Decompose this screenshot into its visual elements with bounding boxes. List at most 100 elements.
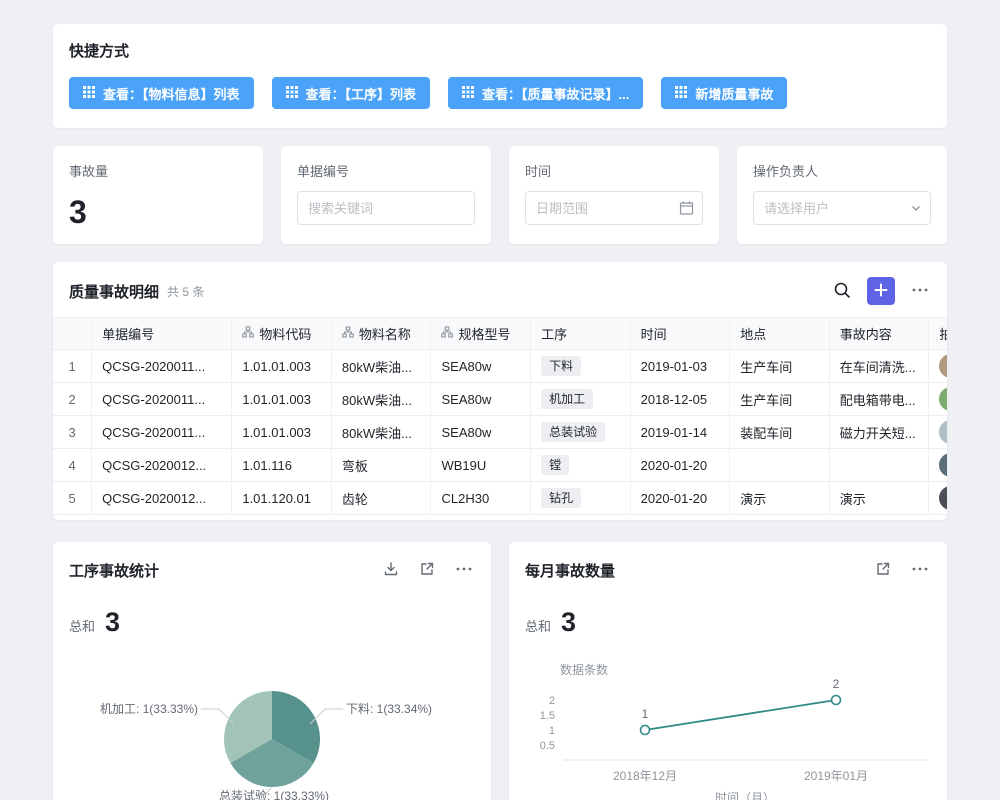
cell-photo — [929, 350, 947, 383]
cell-process: 钻孔 — [531, 482, 631, 515]
process-accident-chart-card: 工序事故统计 总和 3 机加工: 1(3 — [53, 542, 491, 800]
table-row[interactable]: 4 QCSG-2020012... 1.01.116 弯板 WB19U 镗 20… — [53, 449, 947, 482]
pie-annotation-xialiao: 下料: 1(33.34%) — [346, 702, 432, 716]
cell-photo — [929, 383, 947, 416]
chart-more-button[interactable] — [453, 558, 475, 583]
shortcut-label: 查看：【工序】列表 — [306, 84, 417, 103]
cell-process: 机加工 — [531, 383, 631, 416]
add-record-button[interactable] — [867, 277, 895, 305]
process-tag: 总装试验 — [541, 422, 605, 442]
cell-place: 生产车间 — [730, 383, 830, 416]
cell-content: 演示 — [829, 482, 929, 515]
accident-table: 单据编号 物料代码 物料名称 规格型号 工序 时间 地点 事故内容 拍照 1 Q — [53, 317, 947, 515]
pie-annotation-jijiagong: 机加工: 1(33.33%) — [100, 702, 198, 716]
date-range-input[interactable] — [525, 191, 703, 225]
cell-doc-number: QCSG-2020011... — [92, 416, 232, 449]
open-in-new-icon — [419, 561, 435, 580]
cell-material-name: 80kW柴油... — [331, 416, 431, 449]
cell-material-code: 1.01.01.003 — [232, 416, 332, 449]
table-row[interactable]: 1 QCSG-2020011... 1.01.01.003 80kW柴油... … — [53, 350, 947, 383]
cell-content: 磁力开关短... — [829, 416, 929, 449]
doc-number-search-input[interactable] — [297, 191, 475, 225]
process-tag: 钻孔 — [541, 488, 581, 508]
download-chart-button[interactable] — [381, 559, 401, 582]
table-row[interactable]: 2 QCSG-2020011... 1.01.01.003 80kW柴油... … — [53, 383, 947, 416]
header-material-code[interactable]: 物料代码 — [232, 318, 332, 350]
table-title: 质量事故明细 — [69, 281, 159, 302]
cell-spec-model: WB19U — [431, 449, 531, 482]
cell-material-name: 弯板 — [331, 449, 431, 482]
cell-spec-model: SEA80w — [431, 383, 531, 416]
calendar-icon — [679, 201, 694, 216]
open-chart-button[interactable] — [417, 559, 437, 582]
photo-thumbnail[interactable] — [939, 354, 947, 378]
cell-spec-model: SEA80w — [431, 350, 531, 383]
cell-spec-model: SEA80w — [431, 416, 531, 449]
process-tag: 下料 — [541, 356, 581, 376]
pie-chart: 机加工: 1(33.33%) 下料: 1(33.34%) 总装试验: 1(33.… — [69, 646, 475, 800]
shortcut-view-material-list-button[interactable]: 查看：【物料信息】列表 — [69, 77, 254, 109]
table-record-count: 共 5 条 — [167, 283, 204, 300]
cell-time: 2020-01-20 — [630, 449, 730, 482]
dashboard-page: 快捷方式 查看：【物料信息】列表 查看：【工序】列表 查看：【质量事故记录】..… — [0, 0, 1000, 800]
search-button[interactable] — [831, 279, 853, 304]
shortcut-view-accident-records-button[interactable]: 查看：【质量事故记录】... — [448, 77, 643, 109]
shortcut-add-accident-button[interactable]: 新增质量事故 — [661, 77, 787, 109]
pie-annotation-zongzhuangshiyan: 总装试验: 1(33.33%) — [219, 788, 329, 800]
table-scroll-area[interactable]: 单据编号 物料代码 物料名称 规格型号 工序 时间 地点 事故内容 拍照 1 Q — [53, 317, 947, 515]
chevron-down-icon — [910, 202, 922, 214]
download-icon — [383, 561, 399, 580]
shortcuts-card: 快捷方式 查看：【物料信息】列表 查看：【工序】列表 查看：【质量事故记录】..… — [53, 24, 947, 128]
photo-thumbnail[interactable] — [939, 486, 947, 510]
cell-material-code: 1.01.116 — [232, 449, 332, 482]
x-tick: 2018年12月 — [613, 769, 677, 783]
photo-thumbnail[interactable] — [939, 387, 947, 411]
shortcut-label: 查看：【物料信息】列表 — [103, 84, 240, 103]
cell-material-code: 1.01.01.003 — [232, 350, 332, 383]
relation-icon — [342, 326, 354, 341]
data-point[interactable] — [641, 726, 650, 735]
shortcut-view-process-list-button[interactable]: 查看：【工序】列表 — [272, 77, 431, 109]
open-chart-button[interactable] — [873, 559, 893, 582]
point-value-label: 2 — [833, 677, 840, 691]
cell-content: 在车间清洗... — [829, 350, 929, 383]
header-row-number — [53, 318, 92, 350]
row-index: 4 — [53, 449, 92, 482]
cell-content — [829, 449, 929, 482]
header-photo[interactable]: 拍照 — [929, 318, 947, 350]
photo-thumbnail[interactable] — [939, 420, 947, 444]
chart-more-button[interactable] — [909, 558, 931, 583]
accident-count-card: 事故量 3 — [53, 146, 263, 244]
table-row[interactable]: 3 QCSG-2020011... 1.01.01.003 80kW柴油... … — [53, 416, 947, 449]
header-time[interactable]: 时间 — [630, 318, 730, 350]
cell-doc-number: QCSG-2020011... — [92, 383, 232, 416]
header-process[interactable]: 工序 — [531, 318, 631, 350]
cell-doc-number: QCSG-2020012... — [92, 482, 232, 515]
row-index: 2 — [53, 383, 92, 416]
operator-select[interactable] — [753, 191, 931, 225]
cell-time: 2020-01-20 — [630, 482, 730, 515]
data-point[interactable] — [832, 696, 841, 705]
more-actions-button[interactable] — [909, 279, 931, 304]
x-tick: 2019年01月 — [804, 769, 868, 783]
photo-thumbnail[interactable] — [939, 453, 947, 477]
header-spec-model[interactable]: 规格型号 — [431, 318, 531, 350]
y-tick: 0.5 — [540, 740, 555, 752]
header-place[interactable]: 地点 — [730, 318, 830, 350]
line-chart: 数据条数 2 1.5 1 0.5 1 2 2018年12月 2019年01月 时… — [525, 646, 931, 800]
more-icon — [911, 560, 929, 581]
header-material-name[interactable]: 物料名称 — [331, 318, 431, 350]
cell-place: 演示 — [730, 482, 830, 515]
x-axis-title: 时间（月） — [715, 791, 775, 800]
grid-icon — [83, 86, 95, 101]
pie-total-value: 3 — [105, 609, 120, 636]
time-filter-label: 时间 — [525, 161, 703, 180]
cell-process: 总装试验 — [531, 416, 631, 449]
header-content[interactable]: 事故内容 — [829, 318, 929, 350]
header-doc-number[interactable]: 单据编号 — [92, 318, 232, 350]
cell-place — [730, 449, 830, 482]
line-series — [645, 700, 836, 730]
table-row[interactable]: 5 QCSG-2020012... 1.01.120.01 齿轮 CL2H30 … — [53, 482, 947, 515]
cell-content: 配电箱带电... — [829, 383, 929, 416]
relation-icon — [441, 326, 453, 341]
